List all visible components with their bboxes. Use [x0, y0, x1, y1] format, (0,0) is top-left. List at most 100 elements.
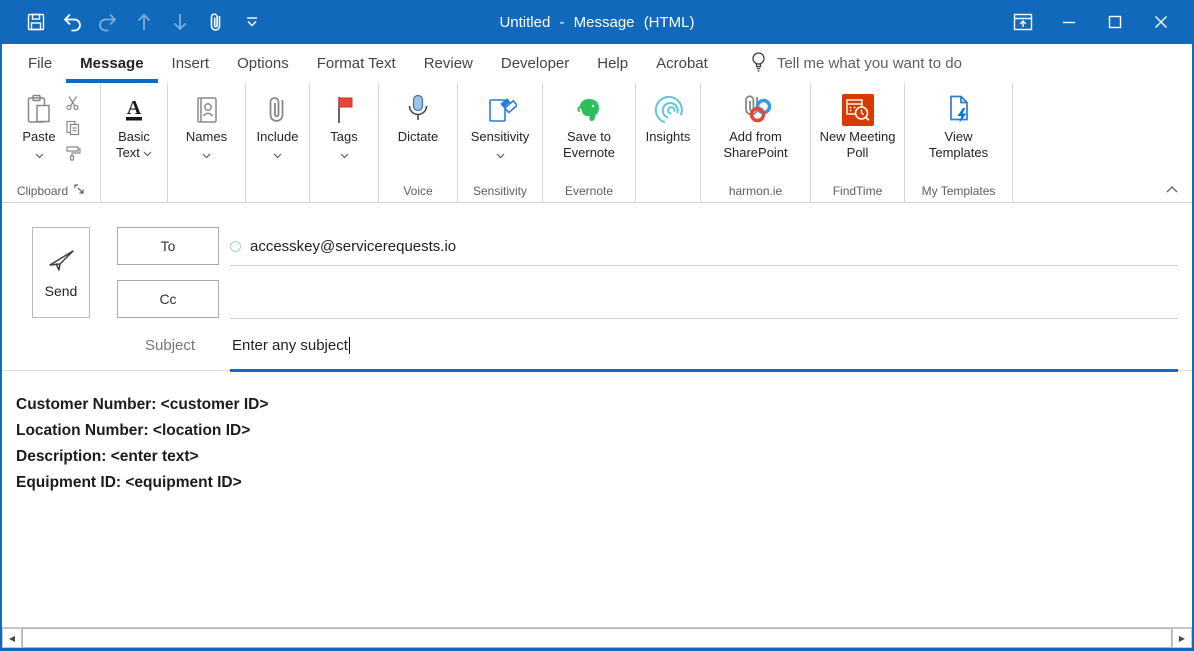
insights-icon	[651, 91, 685, 129]
group-names: Names	[168, 83, 246, 202]
view-templates-icon	[943, 91, 975, 129]
body-line[interactable]: Customer Number: <customer ID>	[16, 392, 1178, 418]
sharepoint-attach-icon	[739, 91, 773, 129]
maximize-icon[interactable]	[1092, 7, 1138, 37]
sensitivity-icon	[483, 91, 517, 129]
findtime-group-label: FindTime	[833, 184, 883, 198]
microphone-icon	[402, 91, 434, 129]
move-down-icon[interactable]	[162, 7, 198, 37]
tags-dropdown-icon[interactable]	[340, 146, 349, 154]
ribbon-display-options-icon[interactable]	[1000, 7, 1046, 37]
group-insights: Insights	[636, 83, 701, 202]
group-evernote: Save to Evernote Evernote	[543, 83, 636, 202]
compose-header: Send To Cc accesskey@servicerequests.io …	[2, 203, 1192, 371]
harmonie-group-label: harmon.ie	[729, 184, 782, 198]
redo-icon[interactable]	[90, 7, 126, 37]
tab-help[interactable]: Help	[583, 44, 642, 83]
to-button-label: To	[161, 238, 176, 254]
sensitivity-button[interactable]: Sensitivity	[467, 89, 534, 156]
templates-group-label: My Templates	[922, 184, 996, 198]
paste-button[interactable]: Paste	[18, 89, 59, 156]
add-from-sharepoint-button[interactable]: Add from SharePoint	[708, 89, 804, 163]
dictate-button[interactable]: Dictate	[394, 89, 442, 147]
insights-button[interactable]: Insights	[642, 89, 695, 147]
tab-file[interactable]: File	[14, 44, 66, 83]
basic-text-dropdown-icon	[143, 145, 152, 161]
sensitivity-dropdown-icon[interactable]	[496, 146, 505, 154]
group-include: Include	[246, 83, 310, 202]
sensitivity-group-label: Sensitivity	[473, 184, 527, 198]
tab-review[interactable]: Review	[410, 44, 487, 83]
minimize-icon[interactable]	[1046, 7, 1092, 37]
voice-group-label: Voice	[403, 184, 432, 198]
tell-me-label: Tell me what you want to do	[777, 55, 962, 72]
tags-label: Tags	[330, 129, 357, 144]
window-controls	[1000, 7, 1192, 37]
attach-file-icon[interactable]	[198, 7, 234, 37]
tab-format-text[interactable]: Format Text	[303, 44, 410, 83]
basic-text-button[interactable]: A Basic Text	[106, 89, 162, 163]
clipboard-dialog-launcher-icon[interactable]	[74, 184, 85, 198]
paste-label: Paste	[22, 129, 55, 144]
subject-field[interactable]: Enter any subject	[232, 337, 350, 354]
cc-button[interactable]: Cc	[117, 280, 219, 318]
names-label: Names	[186, 129, 227, 144]
titlebar: Untitled - Message (HTML)	[2, 0, 1192, 44]
scroll-right-icon[interactable]: ▶	[1172, 628, 1192, 648]
new-meeting-poll-button[interactable]: New Meeting Poll	[808, 89, 908, 163]
outlook-message-window: Untitled - Message (HTML) File Message I…	[0, 0, 1194, 651]
body-line[interactable]: Equipment ID: <equipment ID>	[16, 470, 1178, 496]
include-button[interactable]: Include	[253, 89, 303, 156]
tab-developer[interactable]: Developer	[487, 44, 583, 83]
move-up-icon[interactable]	[126, 7, 162, 37]
format-painter-icon[interactable]	[62, 143, 84, 163]
tab-message[interactable]: Message	[66, 44, 157, 83]
cc-field[interactable]	[230, 280, 1178, 319]
lightbulb-icon	[750, 51, 767, 77]
subject-focus-underline	[230, 369, 1178, 372]
group-clipboard: Paste	[2, 83, 101, 202]
names-dropdown-icon[interactable]	[202, 146, 211, 154]
customize-quick-access-icon[interactable]	[234, 7, 270, 37]
to-recipient[interactable]: accesskey@servicerequests.io	[250, 238, 456, 255]
to-button[interactable]: To	[117, 227, 219, 265]
cc-button-label: Cc	[159, 291, 176, 307]
send-button[interactable]: Send	[32, 227, 90, 318]
save-to-evernote-button[interactable]: Save to Evernote	[554, 89, 624, 163]
quick-access-toolbar	[2, 7, 270, 37]
attach-include-icon	[264, 91, 290, 129]
tell-me-box[interactable]: Tell me what you want to do	[750, 44, 962, 83]
send-label: Send	[45, 283, 78, 299]
cut-icon[interactable]	[62, 93, 84, 113]
tags-button[interactable]: Tags	[326, 89, 362, 156]
collapse-ribbon-icon[interactable]	[1166, 180, 1178, 198]
view-templates-label: View Templates	[929, 129, 988, 160]
paste-icon	[23, 91, 55, 129]
close-icon[interactable]	[1138, 7, 1184, 37]
paste-dropdown-icon[interactable]	[35, 146, 44, 154]
scrollbar-thumb[interactable]	[22, 628, 1172, 648]
message-body[interactable]: Customer Number: <customer ID> Location …	[2, 371, 1192, 627]
scroll-left-icon[interactable]: ◀	[2, 628, 22, 648]
save-icon[interactable]	[18, 7, 54, 37]
include-dropdown-icon[interactable]	[273, 146, 282, 154]
horizontal-scrollbar[interactable]: ◀ ▶	[2, 627, 1192, 648]
text-cursor	[349, 337, 350, 354]
ribbon-tabs: File Message Insert Options Format Text …	[2, 44, 1192, 83]
group-my-templates: View Templates My Templates	[905, 83, 1013, 202]
tab-insert[interactable]: Insert	[158, 44, 224, 83]
basic-text-icon: A	[119, 91, 149, 129]
to-field[interactable]: accesskey@servicerequests.io	[230, 227, 1178, 266]
group-voice: Dictate Voice	[379, 83, 458, 202]
tab-options[interactable]: Options	[223, 44, 303, 83]
evernote-elephant-icon	[573, 91, 605, 129]
copy-icon[interactable]	[62, 118, 84, 138]
evernote-label: Save to Evernote	[563, 129, 615, 160]
subject-label: Subject	[145, 337, 195, 354]
names-button[interactable]: Names	[182, 89, 231, 156]
body-line[interactable]: Description: <enter text>	[16, 444, 1178, 470]
body-line[interactable]: Location Number: <location ID>	[16, 418, 1178, 444]
undo-icon[interactable]	[54, 7, 90, 37]
view-templates-button[interactable]: View Templates	[918, 89, 1000, 163]
tab-acrobat[interactable]: Acrobat	[642, 44, 722, 83]
